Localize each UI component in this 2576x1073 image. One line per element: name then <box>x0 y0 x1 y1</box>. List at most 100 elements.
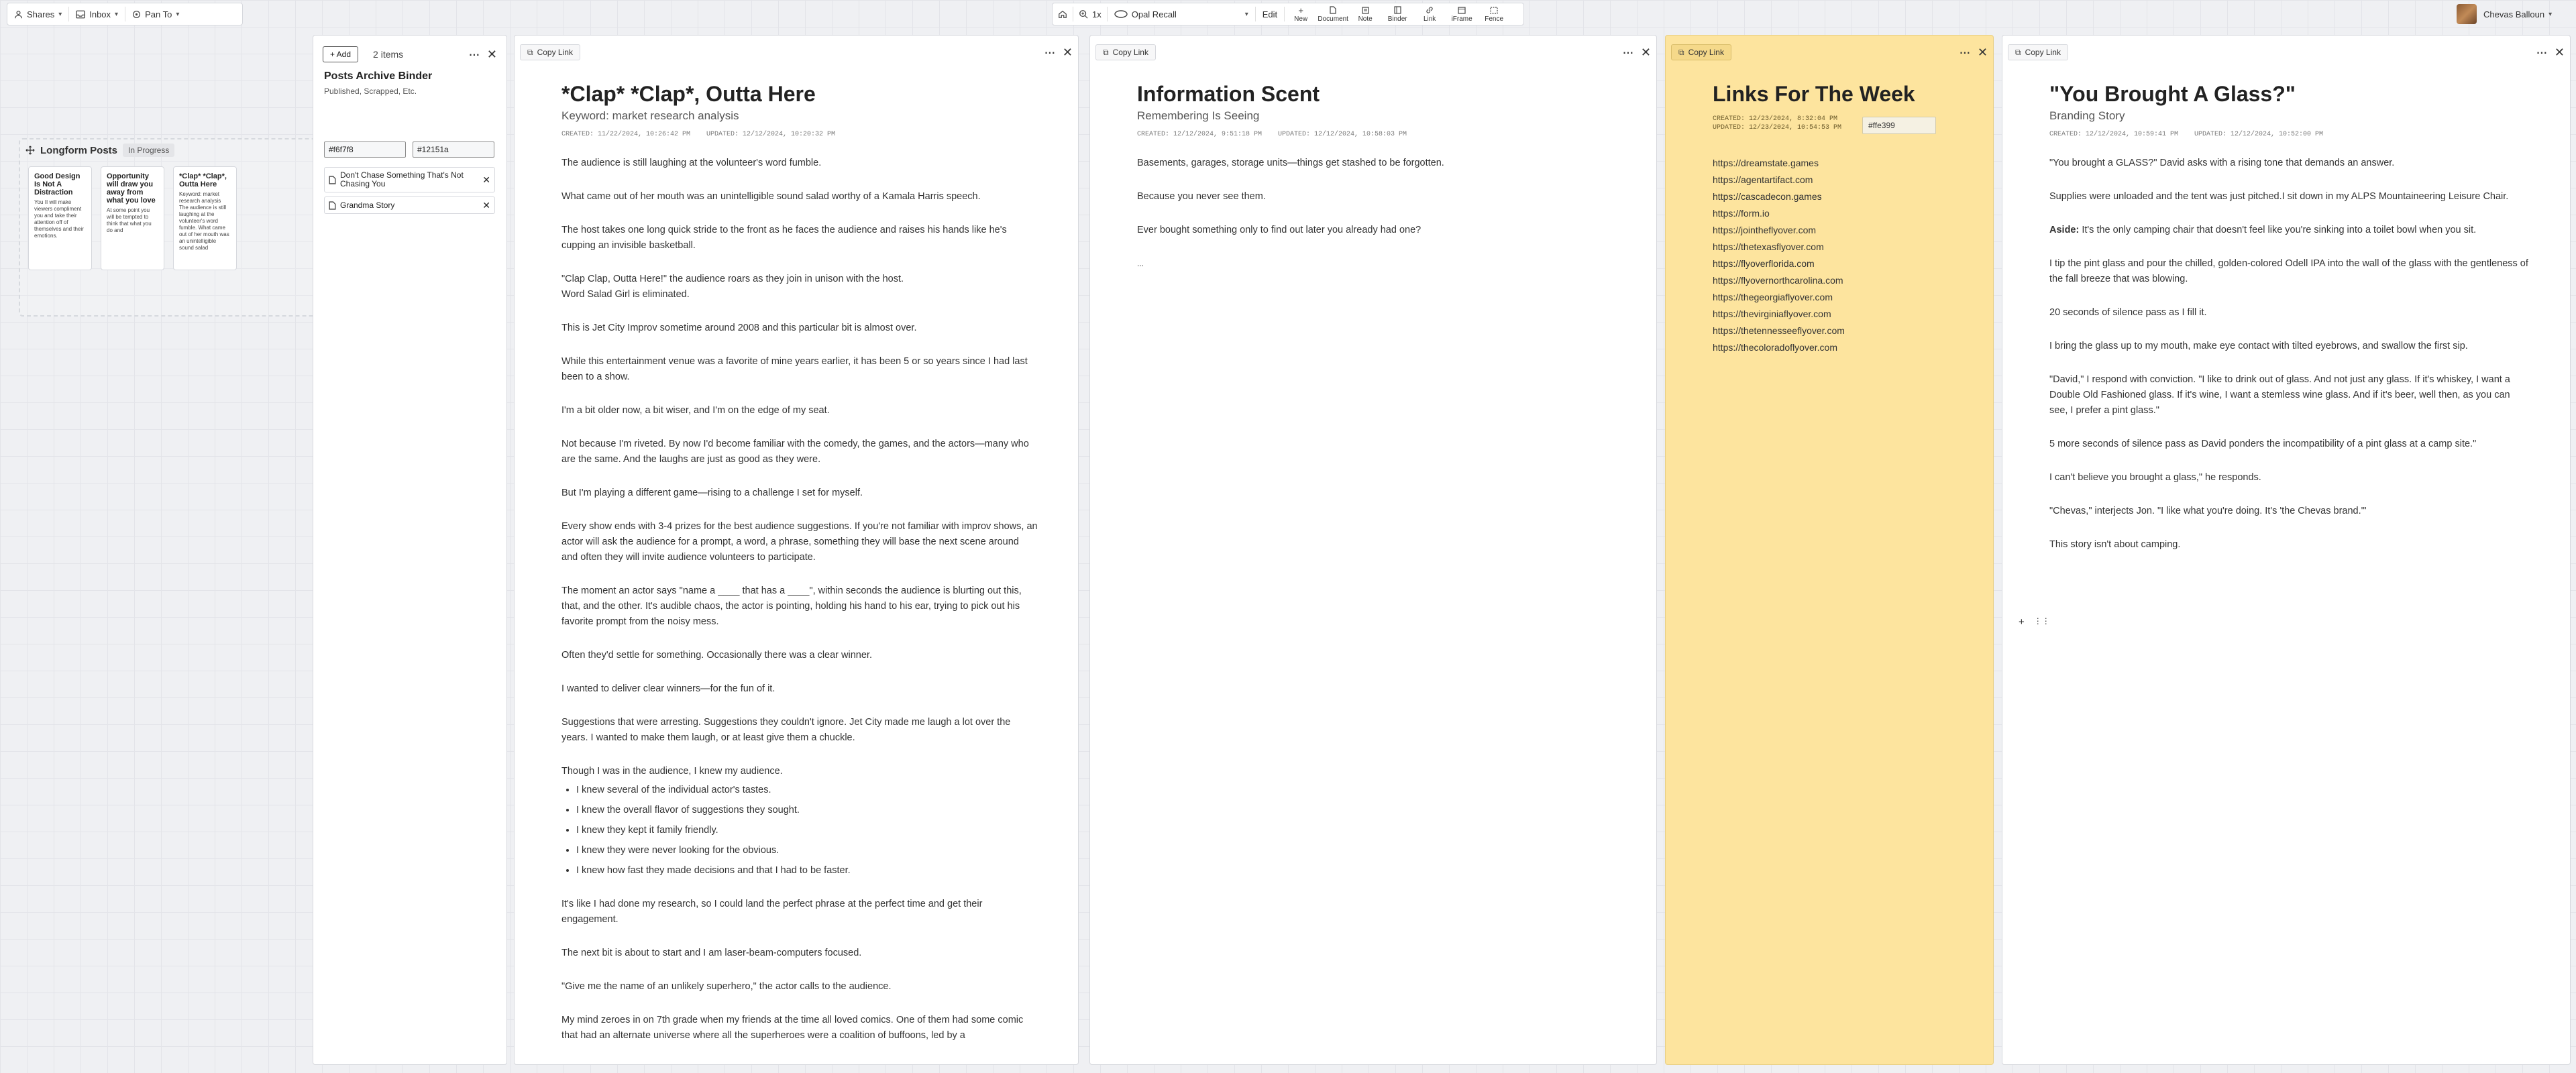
document-subtitle[interactable]: Remembering Is Seeing <box>1137 109 1616 123</box>
link-item[interactable]: https://thetexasflyover.com <box>1713 239 1966 256</box>
inbox-menu[interactable]: Inbox ▾ <box>69 3 125 25</box>
move-icon[interactable] <box>25 146 35 155</box>
document-content[interactable]: "You Brought A Glass?" Branding Story CR… <box>2049 81 2530 571</box>
color-input-primary[interactable]: #f6f7f8 <box>324 142 406 158</box>
copy-link-button[interactable]: ⧉ Copy Link <box>1671 44 1731 60</box>
document-subtitle[interactable]: Keyword: market research analysis <box>561 109 1038 123</box>
iframe-tool-label: iFrame <box>1451 15 1472 23</box>
remove-icon[interactable]: ✕ <box>482 174 490 186</box>
remove-icon[interactable]: ✕ <box>482 200 490 211</box>
add-button[interactable]: + Add <box>323 46 359 62</box>
document-title[interactable]: *Clap* *Clap*, Outta Here <box>561 81 1038 107</box>
pan-to-menu[interactable]: Pan To ▾ <box>125 3 186 25</box>
more-options-icon[interactable]: ··· <box>2536 45 2548 60</box>
copy-icon: ⧉ <box>1103 47 1109 57</box>
shares-menu[interactable]: Shares ▾ <box>7 3 68 25</box>
canvas-group-longform-posts[interactable]: Longform Posts In Progress Good Design I… <box>19 138 320 317</box>
paragraph: This is Jet City Improv sometime around … <box>561 323 917 333</box>
link-item[interactable]: https://thecoloradoflyover.com <box>1713 339 1966 356</box>
color-value-input[interactable]: #ffe399 <box>1862 117 1936 134</box>
paragraph: ... <box>1137 259 1144 268</box>
updated-timestamp: UPDATED: 12/12/2024, 10:58:03 PM <box>1278 131 1407 138</box>
document-body[interactable]: "You brought a GLASS?" David asks with a… <box>2049 156 2530 553</box>
document-title[interactable]: "You Brought A Glass?" <box>2049 81 2530 107</box>
more-options-icon[interactable]: ··· <box>1044 45 1056 60</box>
document-content[interactable]: Information Scent Remembering Is Seeing … <box>1137 81 1616 290</box>
link-item[interactable]: https://dreamstate.games <box>1713 155 1966 172</box>
home-button[interactable] <box>1053 3 1073 25</box>
workspace-select[interactable]: Opal Recall ▾ <box>1108 3 1255 25</box>
copy-link-label: Copy Link <box>1688 48 1724 57</box>
card-title: *Clap* *Clap*, Outta Here <box>179 172 227 188</box>
more-options-icon[interactable]: ··· <box>468 47 480 62</box>
iframe-tool[interactable]: iFrame <box>1446 3 1478 25</box>
target-icon <box>132 10 141 19</box>
group-card[interactable]: *Clap* *Clap*, Outta Here Keyword: marke… <box>173 166 237 270</box>
copy-link-button[interactable]: ⧉ Copy Link <box>2008 44 2068 60</box>
group-header[interactable]: Longform Posts In Progress <box>25 144 175 157</box>
zoom-control[interactable]: 1x <box>1073 3 1107 25</box>
paragraph: I bring the glass up to my mouth, make e… <box>2049 341 2468 351</box>
link-item[interactable]: https://form.io <box>1713 205 1966 222</box>
workspace-icon <box>1114 10 1128 18</box>
binder-item[interactable]: Don't Chase Something That's Not Chasing… <box>324 167 495 192</box>
user-menu[interactable]: Chevas Balloun ▾ <box>2457 3 2571 25</box>
copy-link-button[interactable]: ⧉ Copy Link <box>520 44 580 60</box>
group-card[interactable]: Good Design Is Not A Distraction You II … <box>28 166 92 270</box>
document-body[interactable]: The audience is still laughing at the vo… <box>561 156 1038 1043</box>
chevron-down-icon: ▾ <box>176 10 180 18</box>
close-icon[interactable]: ✕ <box>487 48 497 62</box>
chevron-down-icon: ▾ <box>1244 10 1248 18</box>
document-content[interactable]: *Clap* *Clap*, Outta Here Keyword: marke… <box>561 81 1038 1062</box>
close-icon[interactable]: ✕ <box>2555 46 2565 60</box>
binder-tool[interactable]: Binder <box>1381 3 1413 25</box>
add-block-icon[interactable]: + <box>2019 616 2025 628</box>
copy-link-button[interactable]: ⧉ Copy Link <box>1095 44 1156 60</box>
document-icon <box>1330 5 1336 15</box>
zoom-level: 1x <box>1092 9 1102 19</box>
group-card[interactable]: Opportunity will draw you away from what… <box>101 166 164 270</box>
binder-item[interactable]: Grandma Story ✕ <box>324 196 495 214</box>
link-item[interactable]: https://flyovernorthcarolina.com <box>1713 272 1966 289</box>
close-icon[interactable]: ✕ <box>1641 46 1651 60</box>
document-tool[interactable]: Document <box>1317 3 1349 25</box>
color-input-secondary[interactable]: #12151a <box>413 142 494 158</box>
copy-link-label: Copy Link <box>537 48 573 57</box>
note-tool[interactable]: Note <box>1349 3 1381 25</box>
fence-icon <box>1490 5 1498 15</box>
link-item[interactable]: https://jointheflyover.com <box>1713 222 1966 239</box>
note-title[interactable]: Links For The Week <box>1713 81 1966 107</box>
more-options-icon[interactable]: ··· <box>1622 45 1634 60</box>
more-options-icon[interactable]: ··· <box>1959 45 1971 60</box>
fence-tool[interactable]: Fence <box>1478 3 1510 25</box>
card-body: You II will make viewers compliment you … <box>34 199 84 239</box>
paragraph: Suggestions that were arresting. Suggest… <box>561 717 1011 743</box>
link-tool[interactable]: Link <box>1413 3 1446 25</box>
chevron-down-icon: ▾ <box>58 10 62 18</box>
bullet-list: I knew several of the individual actor's… <box>561 783 1038 879</box>
document-body[interactable]: Basements, garages, storage units—things… <box>1137 156 1616 272</box>
close-icon[interactable]: ✕ <box>1978 46 1988 60</box>
drag-handle-icon[interactable]: ⋮⋮ <box>2034 616 2050 628</box>
plus-icon: + <box>1298 5 1303 15</box>
paragraph: "Give me the name of an unlikely superhe… <box>561 981 892 992</box>
link-item[interactable]: https://thetennesseeflyover.com <box>1713 323 1966 339</box>
new-tool[interactable]: + New <box>1285 3 1317 25</box>
document-meta: CREATED: 12/12/2024, 9:51:18 PM UPDATED:… <box>1137 131 1616 138</box>
avatar <box>2457 4 2477 24</box>
link-item[interactable]: https://flyoverflorida.com <box>1713 256 1966 272</box>
chevron-down-icon: ▾ <box>115 10 119 18</box>
binder-item-label: Don't Chase Something That's Not Chasing… <box>340 170 464 188</box>
link-item[interactable]: https://thegeorgiaflyover.com <box>1713 289 1966 306</box>
edit-button[interactable]: Edit <box>1256 3 1284 25</box>
binder-subtitle: Published, Scrapped, Etc. <box>324 87 417 96</box>
document-subtitle[interactable]: Branding Story <box>2049 109 2530 123</box>
home-icon <box>1058 9 1067 19</box>
paragraph: But I'm playing a different game—rising … <box>561 488 863 498</box>
link-item[interactable]: https://agentartifact.com <box>1713 172 1966 188</box>
document-meta: CREATED: 11/22/2024, 10:26:42 PM UPDATED… <box>561 131 1038 138</box>
link-item[interactable]: https://cascadecon.games <box>1713 188 1966 205</box>
link-item[interactable]: https://thevirginiaflyover.com <box>1713 306 1966 323</box>
close-icon[interactable]: ✕ <box>1063 46 1073 60</box>
document-title[interactable]: Information Scent <box>1137 81 1616 107</box>
